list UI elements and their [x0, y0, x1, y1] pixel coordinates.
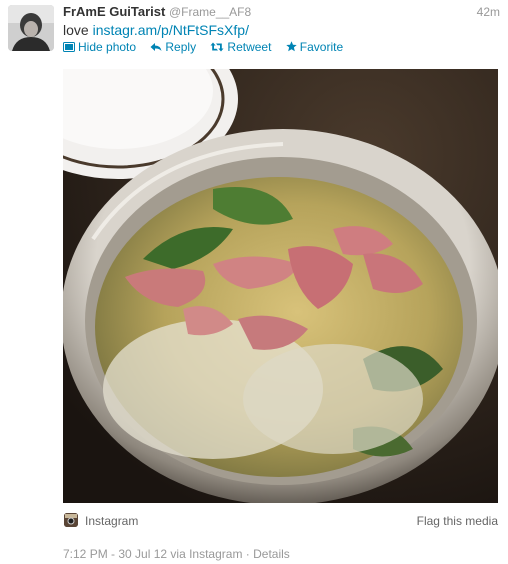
reply-icon [150, 40, 162, 57]
details-link[interactable]: Details [253, 547, 290, 561]
meta-separator: · [242, 547, 254, 561]
reply-button[interactable]: Reply [150, 39, 196, 57]
retweet-button[interactable]: Retweet [210, 39, 271, 57]
flag-media-link[interactable]: Flag this media [417, 512, 498, 530]
tweet-text: love instagr.am/p/NtFtSFsXfp/ [63, 21, 500, 39]
media-source-label[interactable]: Instagram [85, 512, 138, 530]
avatar-image [8, 5, 54, 51]
soup-pot-photo [63, 69, 498, 503]
photo-icon [63, 40, 75, 57]
star-icon [286, 40, 297, 57]
avatar[interactable] [8, 5, 54, 51]
tweet-timestamp[interactable]: 42m [477, 3, 500, 21]
favorite-button[interactable]: Favorite [286, 39, 343, 57]
media-photo[interactable] [63, 69, 498, 503]
via-text: via [167, 547, 190, 561]
tweet-actions: Hide photo Reply Retweet Favorite [63, 39, 354, 56]
source-link[interactable]: Instagram [189, 547, 242, 561]
tweet-link[interactable]: instagr.am/p/NtFtSFsXfp/ [93, 22, 249, 38]
instagram-icon [64, 513, 78, 527]
favorite-label: Favorite [299, 40, 344, 54]
retweet-icon [210, 40, 224, 57]
media-footer: Instagram Flag this media [63, 512, 498, 530]
hide-photo-button[interactable]: Hide photo [63, 39, 136, 57]
reply-label: Reply [165, 40, 197, 54]
tweet-text-prefix: love [63, 22, 93, 38]
user-handle[interactable]: @Frame__AF8 [169, 5, 251, 19]
retweet-label: Retweet [227, 40, 272, 54]
user-fullname[interactable]: FrAmE GuiTarist [63, 4, 165, 19]
tweet-header: FrAmE GuiTarist @Frame__AF8 42m [63, 3, 500, 21]
tweet-meta: 7:12 PM - 30 Jul 12 via Instagram · Deta… [63, 545, 290, 563]
tweet-datetime[interactable]: 7:12 PM - 30 Jul 12 [63, 547, 167, 561]
hide-photo-label: Hide photo [78, 40, 137, 54]
